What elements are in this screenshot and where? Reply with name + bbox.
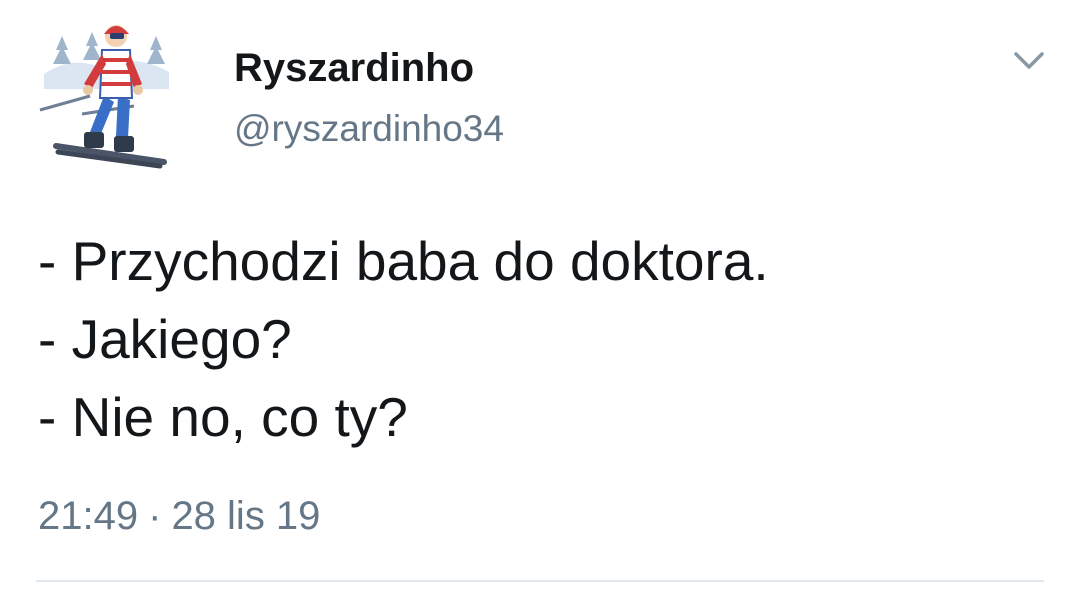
tweet-text-line: - Nie no, co ty? xyxy=(38,386,408,448)
author-handle[interactable]: @ryszardinho34 xyxy=(234,106,504,152)
chevron-down-icon[interactable] xyxy=(1006,42,1052,78)
tweet-date: 28 lis 19 xyxy=(171,494,321,538)
divider xyxy=(36,580,1044,582)
tweet-card: Ryszardinho @ryszardinho34 - Przychodzi … xyxy=(0,0,1080,589)
tweet-text-line: - Jakiego? xyxy=(38,308,292,370)
skier-avatar-icon[interactable] xyxy=(34,14,174,170)
timestamp-separator: · xyxy=(148,494,162,538)
author-display-name[interactable]: Ryszardinho xyxy=(234,44,474,92)
tweet-time: 21:49 xyxy=(38,494,139,538)
tweet-timestamp[interactable]: 21:49 · 28 lis 19 xyxy=(38,490,320,542)
tweet-text-line: - Przychodzi baba do doktora. xyxy=(38,230,769,292)
tweet-text: - Przychodzi baba do doktora. - Jakiego?… xyxy=(38,222,1048,456)
